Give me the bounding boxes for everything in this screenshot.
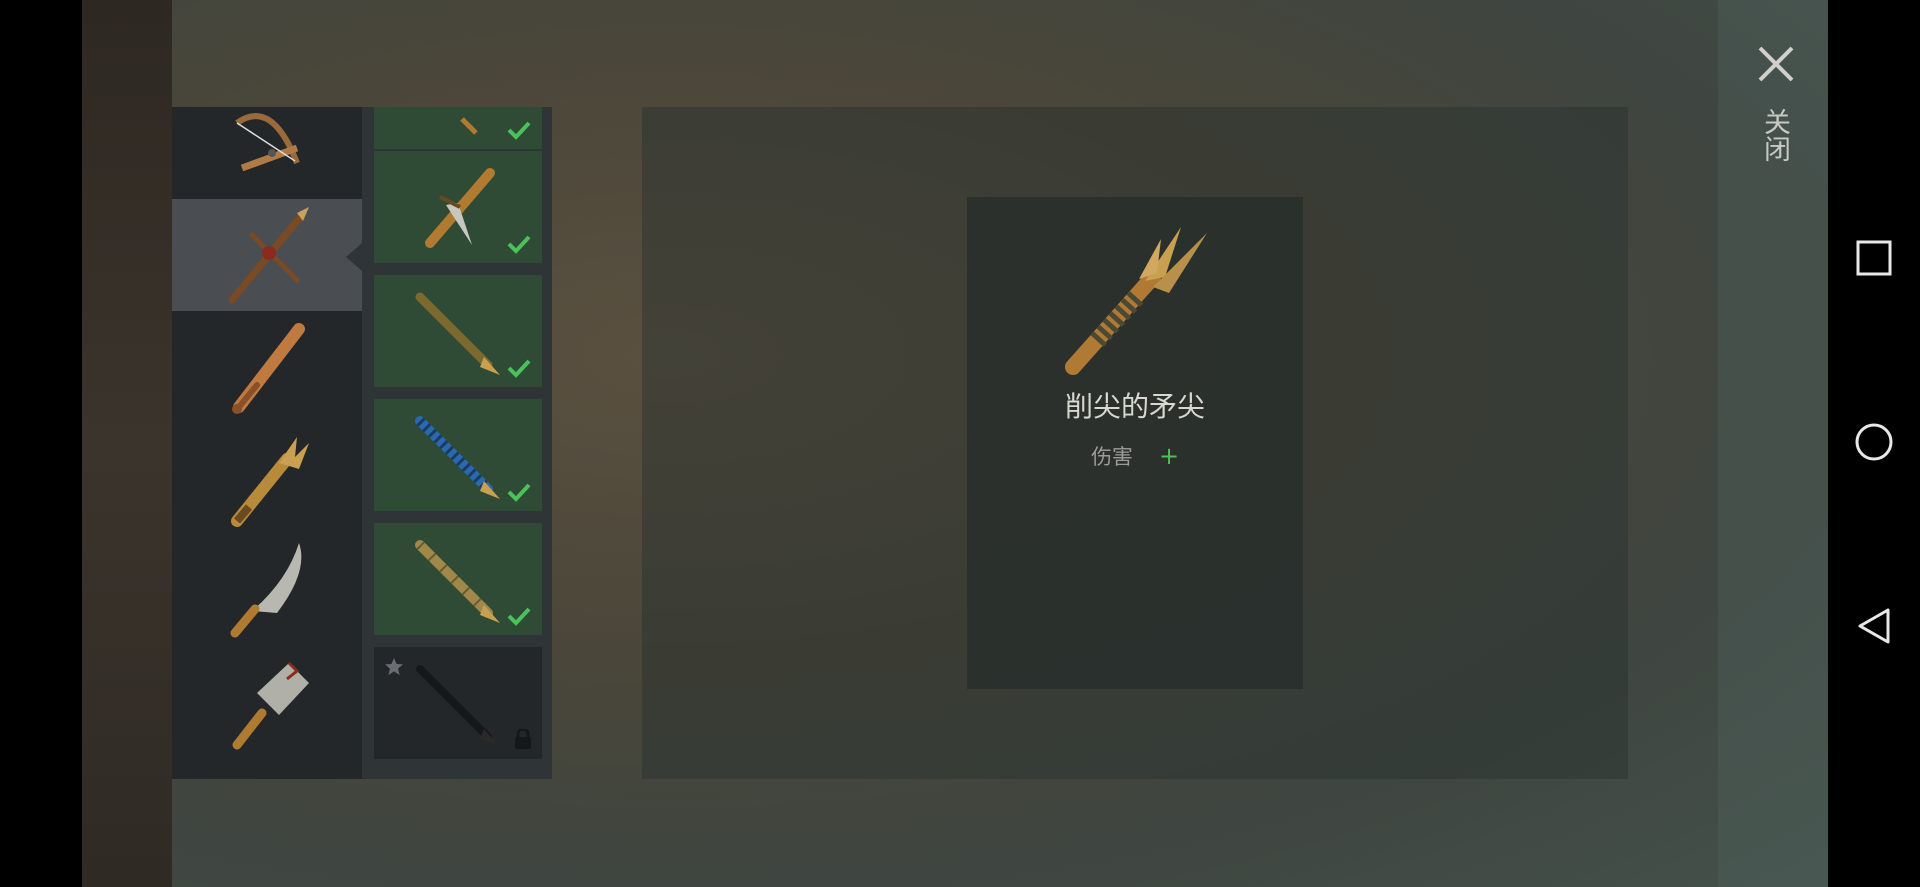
item-card[interactable] xyxy=(374,151,542,263)
item-card[interactable] xyxy=(374,107,542,149)
category-spear[interactable] xyxy=(172,199,362,311)
item-card[interactable] xyxy=(374,399,542,511)
dark-spear-icon xyxy=(416,665,498,745)
recent-apps-icon[interactable] xyxy=(1852,236,1896,280)
sharpened-spear-tip-icon xyxy=(1065,227,1207,375)
check-icon xyxy=(507,359,531,378)
check-icon xyxy=(507,235,531,254)
broken-spear-icon xyxy=(231,437,309,527)
item-icon xyxy=(460,117,478,135)
item-title: 削尖的矛尖 xyxy=(1064,390,1205,423)
home-icon[interactable] xyxy=(1852,420,1896,464)
spear-icon xyxy=(228,207,309,304)
weapon-category-list[interactable] xyxy=(172,107,362,779)
machete-icon xyxy=(230,543,302,638)
knife-spear-icon xyxy=(425,168,495,248)
lock-icon xyxy=(515,729,531,749)
damage-stat: 伤害 + xyxy=(967,441,1303,471)
category-crossbow[interactable] xyxy=(172,107,362,199)
cleaver-icon xyxy=(232,661,309,750)
star-icon xyxy=(385,658,403,675)
category-machete[interactable] xyxy=(172,535,362,647)
bat-icon xyxy=(232,323,305,414)
left-screen-edge xyxy=(0,0,82,887)
check-icon xyxy=(507,607,531,626)
game-screen: 削尖的矛尖 伤害 + 关闭 xyxy=(0,0,1920,887)
blue-spear-icon xyxy=(415,416,500,499)
category-broken-spear[interactable] xyxy=(172,423,362,535)
damage-stat-label: 伤害 xyxy=(1090,445,1133,469)
bamboo-spear-icon xyxy=(415,540,500,623)
wood-spear-icon xyxy=(415,292,500,375)
item-card-locked[interactable] xyxy=(374,647,542,759)
left-scene-shadow xyxy=(82,0,172,887)
item-card[interactable] xyxy=(374,523,542,635)
selection-arrow xyxy=(346,243,362,271)
close-icon[interactable] xyxy=(1752,40,1800,88)
weapon-item-list[interactable] xyxy=(362,107,552,779)
check-icon xyxy=(507,121,531,140)
back-icon[interactable] xyxy=(1852,604,1896,648)
damage-stat-value: + xyxy=(1158,442,1180,470)
category-cleaver[interactable] xyxy=(172,647,362,759)
item-card[interactable] xyxy=(374,275,542,387)
crossbow-icon xyxy=(235,113,300,172)
category-bat[interactable] xyxy=(172,311,362,423)
check-icon xyxy=(507,483,531,502)
close-label[interactable]: 关闭 xyxy=(1758,108,1794,162)
item-detail-card: 削尖的矛尖 伤害 + xyxy=(967,197,1303,689)
